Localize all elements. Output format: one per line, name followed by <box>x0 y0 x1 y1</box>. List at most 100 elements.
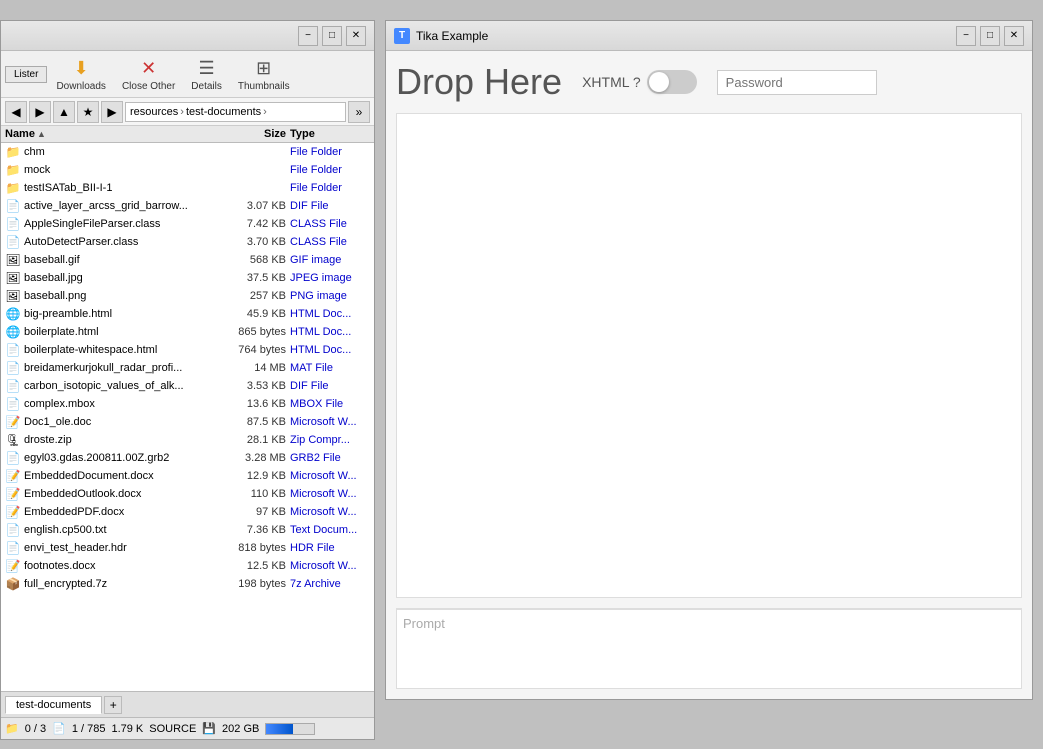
lister-label: Lister <box>14 69 38 80</box>
file-name: english.cp500.txt <box>24 524 220 536</box>
file-name: baseball.gif <box>24 254 220 266</box>
file-name: active_layer_arcss_grid_barrow... <box>24 200 220 212</box>
file-type: MBOX File <box>290 398 370 410</box>
list-item[interactable]: 📄complex.mbox13.6 KBMBOX File <box>1 395 374 413</box>
list-item[interactable]: 📁mockFile Folder <box>1 161 374 179</box>
list-item[interactable]: 📄envi_test_header.hdr818 bytesHDR File <box>1 539 374 557</box>
file-name: envi_test_header.hdr <box>24 542 220 554</box>
file-type-icon: 🖼 <box>5 252 21 268</box>
size-column-header[interactable]: Size <box>220 128 290 140</box>
list-item[interactable]: 🌐big-preamble.html45.9 KBHTML Doc... <box>1 305 374 323</box>
file-size: 198 bytes <box>220 578 290 590</box>
list-item[interactable]: 📝Doc1_ole.doc87.5 KBMicrosoft W... <box>1 413 374 431</box>
list-item[interactable]: 📄breidamerkurjokull_radar_profi...14 MBM… <box>1 359 374 377</box>
list-item[interactable]: 📄AppleSingleFileParser.class7.42 KBCLASS… <box>1 215 374 233</box>
file-type: CLASS File <box>290 218 370 230</box>
list-item[interactable]: 📄carbon_isotopic_values_of_alk...3.53 KB… <box>1 377 374 395</box>
downloads-button[interactable]: ⬇ Downloads <box>49 53 112 95</box>
disk-icon: 💾 <box>202 722 216 735</box>
list-item[interactable]: 🖼baseball.gif568 KBGIF image <box>1 251 374 269</box>
list-item[interactable]: 📝EmbeddedOutlook.docx110 KBMicrosoft W..… <box>1 485 374 503</box>
list-item[interactable]: 🖼baseball.jpg37.5 KBJPEG image <box>1 269 374 287</box>
list-item[interactable]: 📝EmbeddedPDF.docx97 KBMicrosoft W... <box>1 503 374 521</box>
title-buttons: − □ ✕ <box>298 26 366 46</box>
file-type: HTML Doc... <box>290 308 370 320</box>
close-other-button[interactable]: ✕ Close Other <box>115 53 182 95</box>
file-name: AutoDetectParser.class <box>24 236 220 248</box>
name-column-header[interactable]: Name ▲ <box>5 128 220 140</box>
details-label: Details <box>191 81 222 92</box>
tika-maximize-button[interactable]: □ <box>980 26 1000 46</box>
list-item[interactable]: 📄active_layer_arcss_grid_barrow...3.07 K… <box>1 197 374 215</box>
disk-usage-fill <box>266 724 292 734</box>
file-size: 865 bytes <box>220 326 290 338</box>
file-size: 818 bytes <box>220 542 290 554</box>
file-name: full_encrypted.7z <box>24 578 220 590</box>
file-size: 1.79 K <box>111 723 143 735</box>
list-item[interactable]: 📄egyl03.gdas.200811.00Z.grb23.28 MBGRB2 … <box>1 449 374 467</box>
status-bar: 📁 0 / 3 📄 1 / 785 1.79 K SOURCE 💾 202 GB <box>1 717 374 739</box>
list-item[interactable]: 🖼baseball.png257 KBPNG image <box>1 287 374 305</box>
file-name: testISATab_BII-I-1 <box>24 182 220 194</box>
password-input[interactable] <box>717 70 877 95</box>
toggle-knob <box>649 72 669 92</box>
list-item[interactable]: 📁chmFile Folder <box>1 143 374 161</box>
back-button[interactable]: ◀ <box>5 101 27 123</box>
file-name: big-preamble.html <box>24 308 220 320</box>
type-column-header[interactable]: Type <box>290 128 370 140</box>
file-type: PNG image <box>290 290 370 302</box>
list-item[interactable]: 📄boilerplate-whitespace.html764 bytesHTM… <box>1 341 374 359</box>
tika-minimize-button[interactable]: − <box>956 26 976 46</box>
tika-prompt-area[interactable]: Prompt <box>396 609 1022 689</box>
list-item[interactable]: 📄english.cp500.txt7.36 KBText Docum... <box>1 521 374 539</box>
up-button[interactable]: ▲ <box>53 101 75 123</box>
add-tab-button[interactable]: + <box>104 696 122 714</box>
file-size: 13.6 KB <box>220 398 290 410</box>
file-size: 37.5 KB <box>220 272 290 284</box>
thumbnails-button[interactable]: ⊞ Thumbnails <box>231 53 297 95</box>
list-item[interactable]: 📝footnotes.docx12.5 KBMicrosoft W... <box>1 557 374 575</box>
maximize-button[interactable]: □ <box>322 26 342 46</box>
file-type-icon: 📁 <box>5 180 21 196</box>
file-count: 1 / 785 <box>72 723 106 735</box>
tika-top-bar: Drop Here XHTML ? <box>396 61 1022 103</box>
file-type-icon: 📄 <box>5 234 21 250</box>
breadcrumb[interactable]: resources › test-documents › <box>125 102 346 122</box>
file-type-icon: 📝 <box>5 468 21 484</box>
list-item[interactable]: 📄AutoDetectParser.class3.70 KBCLASS File <box>1 233 374 251</box>
file-name: chm <box>24 146 220 158</box>
file-size: 764 bytes <box>220 344 290 356</box>
expand-button[interactable]: » <box>348 101 370 123</box>
file-type: Microsoft W... <box>290 506 370 518</box>
file-type-icon: 📄 <box>5 540 21 556</box>
file-type-icon: 📄 <box>5 378 21 394</box>
file-type: Microsoft W... <box>290 488 370 500</box>
list-item[interactable]: 🗜droste.zip28.1 KBZip Compr... <box>1 431 374 449</box>
tika-close-button[interactable]: ✕ <box>1004 26 1024 46</box>
tab-test-documents[interactable]: test-documents <box>5 696 102 714</box>
xhtml-toggle[interactable] <box>647 70 697 94</box>
file-type: DIF File <box>290 200 370 212</box>
list-item[interactable]: 🌐boilerplate.html865 bytesHTML Doc... <box>1 323 374 341</box>
file-type-icon: 📄 <box>5 396 21 412</box>
file-type-icon: 🖼 <box>5 270 21 286</box>
list-item[interactable]: 📦full_encrypted.7z198 bytes7z Archive <box>1 575 374 593</box>
file-size: 3.53 KB <box>220 380 290 392</box>
file-type: Microsoft W... <box>290 470 370 482</box>
close-button[interactable]: ✕ <box>346 26 366 46</box>
file-size: 3.70 KB <box>220 236 290 248</box>
file-name: footnotes.docx <box>24 560 220 572</box>
list-item[interactable]: 📝EmbeddedDocument.docx12.9 KBMicrosoft W… <box>1 467 374 485</box>
bookmark-button[interactable]: ★ <box>77 101 99 123</box>
file-name: egyl03.gdas.200811.00Z.grb2 <box>24 452 220 464</box>
file-name: mock <box>24 164 220 176</box>
list-item[interactable]: 📁testISATab_BII-I-1File Folder <box>1 179 374 197</box>
forward-button[interactable]: ▶ <box>29 101 51 123</box>
address-bar: ◀ ▶ ▲ ★ ▶ resources › test-documents › » <box>1 98 374 126</box>
details-button[interactable]: ☰ Details <box>184 53 229 95</box>
minimize-button[interactable]: − <box>298 26 318 46</box>
file-list[interactable]: 📁chmFile Folder📁mockFile Folder📁testISAT… <box>1 143 374 691</box>
file-manager-titlebar: − □ ✕ <box>1 21 374 51</box>
lister-button[interactable]: Lister <box>5 66 47 83</box>
nav-arrow[interactable]: ▶ <box>101 101 123 123</box>
